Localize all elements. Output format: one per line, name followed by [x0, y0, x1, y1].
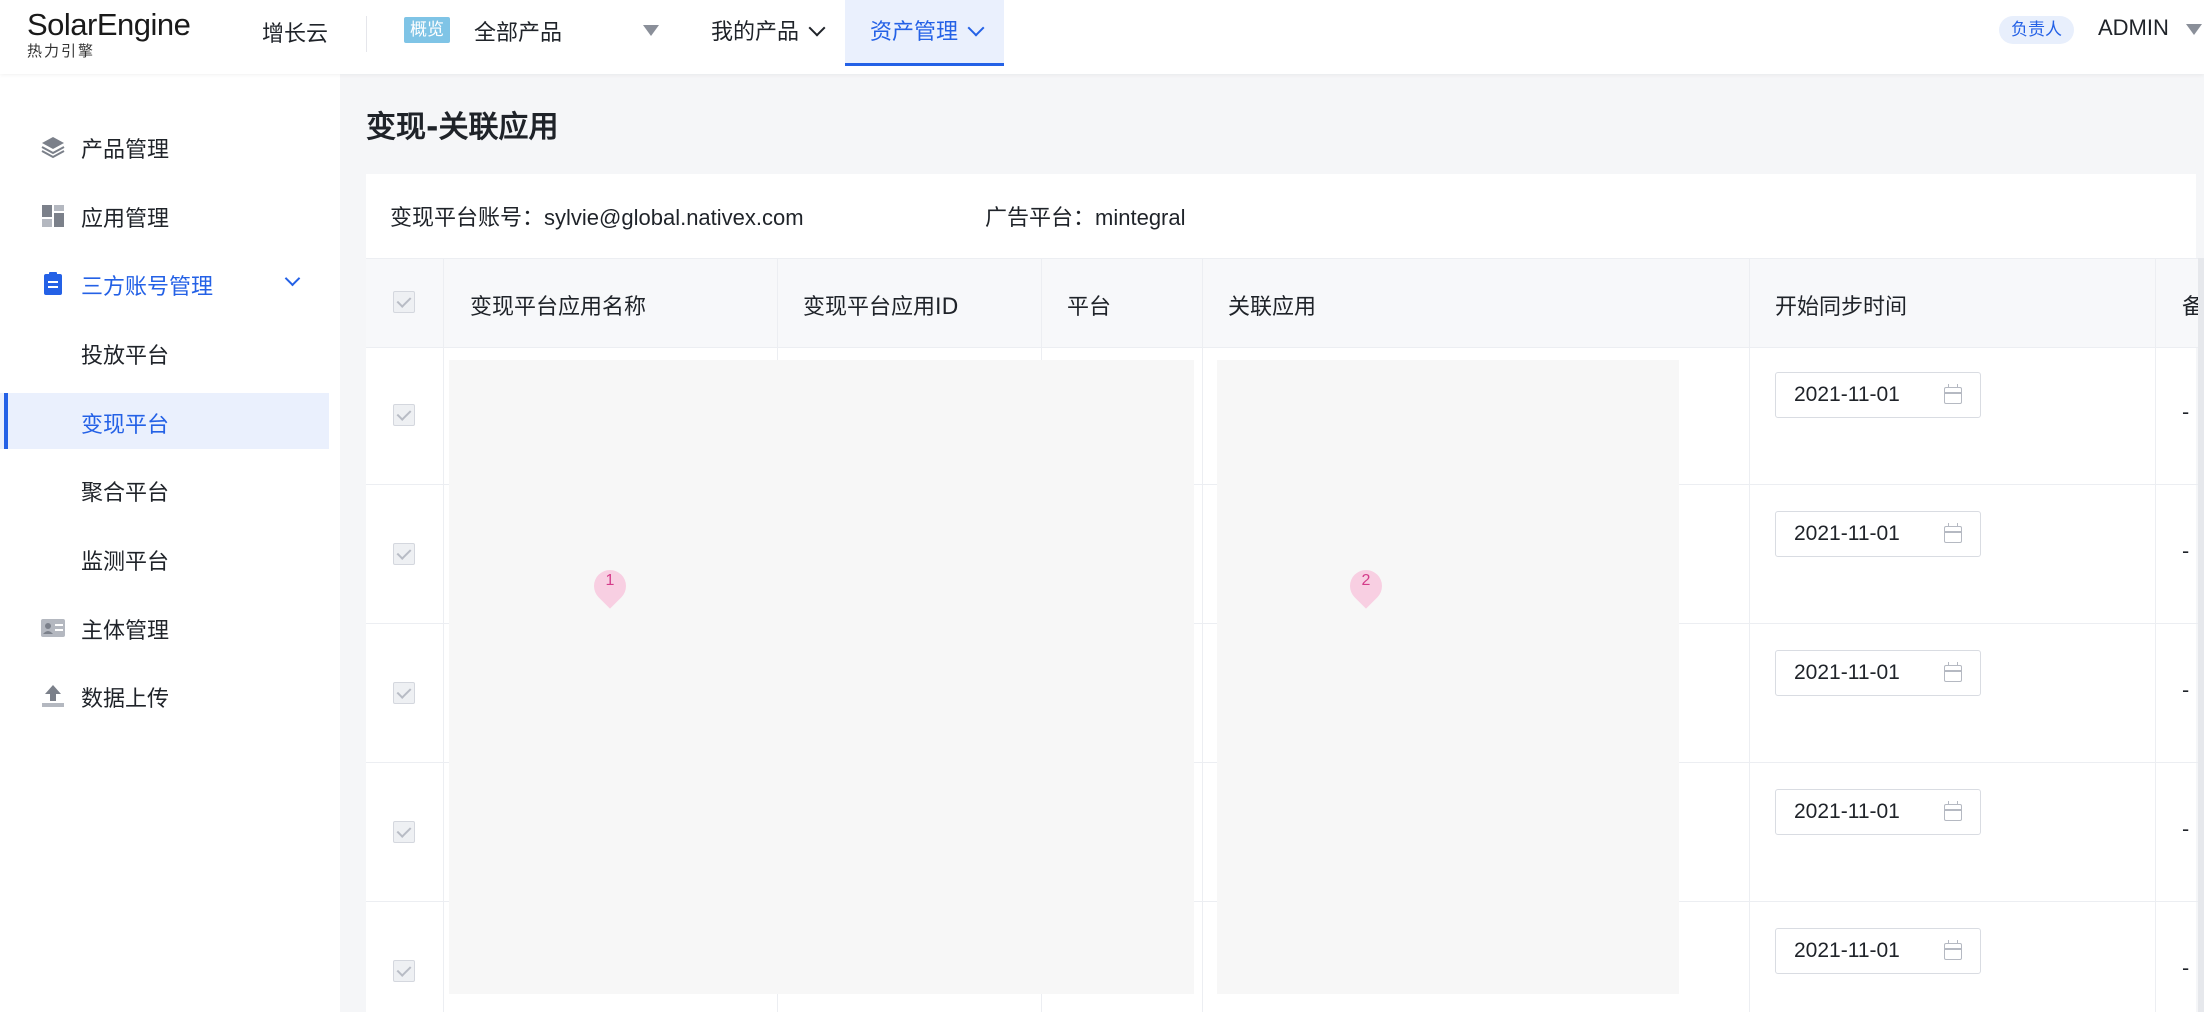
- date-value: 2021-11-01: [1794, 800, 1900, 823]
- chevron-down-icon: [967, 19, 985, 37]
- layers-icon: [41, 137, 65, 159]
- row-checkbox[interactable]: [393, 682, 415, 704]
- date-value: 2021-11-01: [1794, 522, 1900, 545]
- sidebar-item-label: 变现平台: [81, 413, 170, 438]
- sync-start-date-picker[interactable]: 2021-11-01: [1775, 511, 1981, 557]
- select-all-checkbox[interactable]: [393, 291, 415, 313]
- sidebar: 产品管理 应用管理 三方账号管理 投放平台 变现平台 聚合平台 监测平台 主体管…: [0, 74, 340, 1012]
- clipboard-icon: [44, 272, 62, 295]
- user-menu[interactable]: ADMIN: [2098, 15, 2169, 41]
- page-title: 变现-关联应用: [366, 110, 559, 145]
- sync-start-date-picker[interactable]: 2021-11-01: [1775, 650, 1981, 696]
- row-checkbox[interactable]: [393, 821, 415, 843]
- linked-apps-table: 变现平台应用名称 变现平台应用ID 平台 关联应用 开始同步时间 备 1 2 2…: [366, 258, 2204, 1012]
- sync-start-date-picker[interactable]: 2021-11-01: [1775, 789, 1981, 835]
- marker-label-2: 2: [1361, 572, 1371, 589]
- sidebar-item-label: 产品管理: [81, 138, 170, 163]
- chevron-down-icon: [284, 270, 301, 287]
- solarengine-logo[interactable]: SolarEngine 热力引擎: [27, 7, 191, 61]
- logo-main-text: SolarEngine: [27, 7, 191, 42]
- calendar-icon: [1944, 940, 1962, 960]
- column-header-platform[interactable]: 平台: [1067, 289, 1111, 321]
- date-value: 2021-11-01: [1794, 383, 1900, 406]
- note-value: -: [2182, 817, 2190, 841]
- account-value: sylvie@global.nativex.com: [544, 205, 804, 230]
- growth-cloud-link[interactable]: 增长云: [262, 16, 328, 48]
- calendar-icon: [1944, 662, 1962, 682]
- ad-platform-value: mintegral: [1095, 205, 1186, 230]
- note-value: -: [2182, 539, 2190, 563]
- nav-my-products[interactable]: 我的产品: [711, 14, 826, 46]
- sidebar-item-monetization-platform[interactable]: 变现平台: [0, 393, 329, 449]
- top-navigation-bar: SolarEngine 热力引擎 增长云 概览 全部产品 我的产品 资产管理 负…: [0, 0, 2204, 74]
- ad-platform-label: 广告平台：: [985, 206, 1096, 231]
- chevron-down-icon: [808, 19, 826, 37]
- all-products-selector[interactable]: 全部产品: [474, 15, 562, 47]
- column-header-app-id[interactable]: 变现平台应用ID: [803, 289, 958, 321]
- row-checkbox[interactable]: [393, 543, 415, 565]
- id-card-icon: [41, 619, 65, 637]
- sidebar-item-third-party-accounts[interactable]: 三方账号管理: [0, 255, 330, 311]
- sidebar-item-app-management[interactable]: 应用管理: [0, 187, 330, 243]
- redacted-linked-app-region: [1217, 360, 1679, 994]
- sync-start-date-picker[interactable]: 2021-11-01: [1775, 372, 1981, 418]
- sidebar-item-label: 应用管理: [81, 207, 170, 232]
- column-divider: [1202, 258, 1203, 1012]
- role-badge: 负责人: [1999, 16, 2074, 44]
- grid-icon: [42, 205, 64, 227]
- sidebar-item-label: 监测平台: [81, 550, 170, 575]
- caret-down-icon[interactable]: [2186, 24, 2202, 35]
- row-checkbox[interactable]: [393, 960, 415, 982]
- sidebar-item-label: 三方账号管理: [81, 275, 214, 300]
- column-divider: [1749, 258, 1750, 1012]
- nav-asset-management-label: 资产管理: [870, 20, 959, 45]
- account-info: 变现平台账号：sylvie@global.nativex.com: [390, 200, 804, 232]
- note-value: -: [2182, 956, 2190, 980]
- sidebar-item-label: 聚合平台: [81, 481, 170, 506]
- sidebar-item-label: 主体管理: [81, 619, 170, 644]
- upload-icon: [42, 685, 64, 707]
- sidebar-item-data-upload[interactable]: 数据上传: [0, 667, 330, 723]
- header-divider: [366, 16, 367, 52]
- table-header: 变现平台应用名称 变现平台应用ID 平台 关联应用 开始同步时间 备: [366, 258, 2204, 348]
- nav-my-products-label: 我的产品: [711, 20, 800, 45]
- calendar-icon: [1944, 523, 1962, 543]
- calendar-icon: [1944, 801, 1962, 821]
- row-checkbox[interactable]: [393, 404, 415, 426]
- column-divider: [2155, 258, 2156, 1012]
- sidebar-item-aggregation-platform[interactable]: 聚合平台: [0, 461, 330, 517]
- nav-active-underline: [845, 63, 1004, 66]
- nav-asset-management[interactable]: 资产管理: [870, 14, 985, 46]
- sidebar-item-label: 投放平台: [81, 344, 170, 369]
- logo-sub-text: 热力引擎: [27, 42, 96, 60]
- note-value: -: [2182, 400, 2190, 424]
- date-value: 2021-11-01: [1794, 661, 1900, 684]
- marker-label-1: 1: [605, 572, 615, 589]
- overview-badge[interactable]: 概览: [404, 17, 450, 43]
- sidebar-item-ad-platform[interactable]: 投放平台: [0, 324, 330, 380]
- date-value: 2021-11-01: [1794, 939, 1900, 962]
- vertical-scrollbar[interactable]: [2198, 258, 2204, 1012]
- sidebar-item-monitoring-platform[interactable]: 监测平台: [0, 530, 330, 586]
- column-header-app-name[interactable]: 变现平台应用名称: [470, 289, 646, 321]
- sidebar-item-product-management[interactable]: 产品管理: [0, 118, 330, 174]
- redacted-app-info-region: [449, 360, 1194, 994]
- column-header-sync-start[interactable]: 开始同步时间: [1775, 289, 1907, 321]
- column-divider: [443, 258, 444, 1012]
- ad-platform-info: 广告平台：mintegral: [985, 200, 1186, 232]
- sync-start-date-picker[interactable]: 2021-11-01: [1775, 928, 1981, 974]
- calendar-icon: [1944, 384, 1962, 404]
- note-value: -: [2182, 678, 2190, 702]
- caret-down-icon[interactable]: [643, 25, 659, 36]
- sidebar-item-entity-management[interactable]: 主体管理: [0, 599, 330, 655]
- account-label: 变现平台账号：: [390, 206, 545, 231]
- column-header-linked-app[interactable]: 关联应用: [1228, 289, 1316, 321]
- sidebar-item-label: 数据上传: [81, 687, 170, 712]
